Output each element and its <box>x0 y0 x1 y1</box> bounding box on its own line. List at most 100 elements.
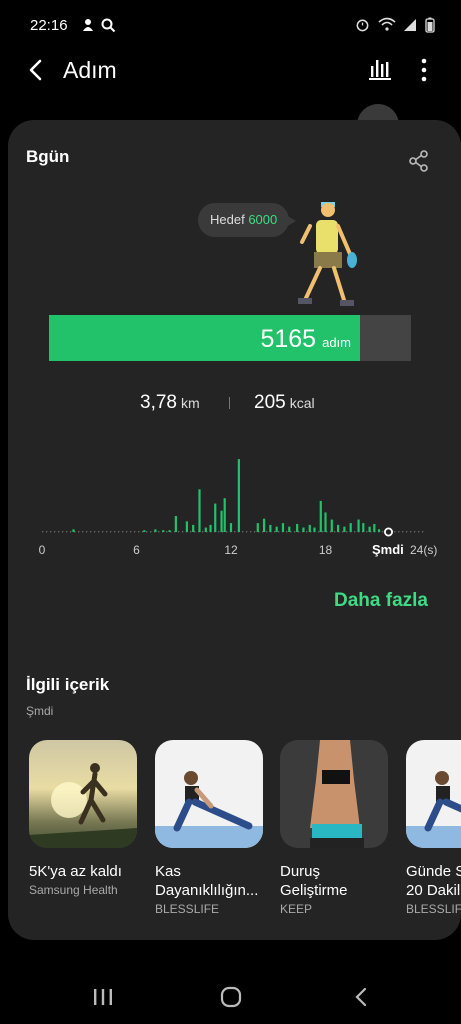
chart-baseline-dot <box>418 531 420 533</box>
page-title: Adım <box>63 57 117 83</box>
chart-bar <box>275 526 278 532</box>
chart-baseline-dot <box>278 531 280 533</box>
chart-bar <box>362 523 365 532</box>
chart-baseline-dot <box>134 531 136 533</box>
chart-baseline-dot <box>78 531 80 533</box>
chart-baseline-dot <box>94 531 96 533</box>
chart-bar <box>319 500 322 532</box>
chart-baseline-dot <box>294 531 296 533</box>
chart-bar <box>313 527 316 532</box>
related-card-source: KEEP <box>280 902 313 916</box>
status-notification-icons <box>80 16 116 33</box>
chart-baseline-dot <box>266 531 268 533</box>
back-nav-icon[interactable] <box>352 987 372 1007</box>
chart-tick-label: 6 <box>133 543 140 557</box>
chart-baseline-dot <box>366 531 368 533</box>
chart-baseline-dot <box>306 531 308 533</box>
chart-baseline-dot <box>66 531 68 533</box>
app-bar: Adım <box>0 52 461 110</box>
bar-chart-icon[interactable] <box>368 56 394 82</box>
wifi-icon <box>378 17 396 31</box>
chart-end-label: 24(s) <box>410 543 437 557</box>
steps-unit: adım <box>322 335 351 350</box>
chart-bar <box>330 519 333 532</box>
calories-stat: 205 kcal <box>254 392 315 414</box>
notification-icon <box>83 19 93 32</box>
hourly-steps-chart[interactable]: 0 6 12 18 Şmdi 24(s) <box>30 440 450 565</box>
steps-progress-bar: 5165 adım <box>49 315 411 361</box>
chart-baseline-dot <box>422 531 424 533</box>
related-card-5k[interactable]: 5K'ya az kaldı Samsung Health <box>29 740 139 897</box>
related-card-posture[interactable]: Duruş Geliştirme KEEP <box>280 740 390 916</box>
lunge-thumbnail-icon <box>155 740 263 848</box>
chart-baseline-dot <box>318 531 320 533</box>
signal-icon <box>404 19 417 32</box>
chart-bar <box>302 527 305 532</box>
chart-bar <box>377 529 381 532</box>
chart-baseline-dot <box>382 531 384 533</box>
running-thumbnail-icon <box>29 740 137 848</box>
chart-baseline-dot <box>106 531 108 533</box>
chart-baseline-dot <box>414 531 416 533</box>
chart-bar <box>296 524 299 532</box>
related-cards-row[interactable]: 5K'ya az kaldı Samsung Health Kas Dayanı… <box>0 740 461 930</box>
alarm-icon <box>356 19 369 32</box>
related-card-title: 5K'ya az kaldı <box>29 863 122 880</box>
status-time: 22:16 <box>30 17 68 34</box>
more-link[interactable]: Daha fazla <box>334 590 428 612</box>
chart-tick-label: 12 <box>224 543 238 557</box>
status-bar: 22:16 <box>0 0 461 52</box>
chart-baseline-dot <box>42 531 44 533</box>
chart-baseline-dot <box>126 531 128 533</box>
chart-baseline-dot <box>410 531 412 533</box>
chart-baseline-dot <box>178 531 180 533</box>
chart-bar <box>357 519 360 532</box>
chart-baseline-dot <box>90 531 92 533</box>
chart-bar <box>324 512 327 532</box>
chart-baseline-dot <box>182 531 184 533</box>
chart-bar <box>256 523 259 532</box>
chart-baseline-dot <box>86 531 88 533</box>
chart-baseline-dot <box>166 531 168 533</box>
calories-unit: kcal <box>289 395 315 411</box>
exercise-thumbnail-icon <box>406 740 461 848</box>
chart-baseline-dot <box>70 531 72 533</box>
more-vert-icon[interactable] <box>414 56 434 84</box>
chart-bar <box>262 518 266 532</box>
chart-baseline-dot <box>246 531 248 533</box>
chart-baseline-dot <box>226 531 228 533</box>
chart-now-marker <box>383 527 393 537</box>
related-card-muscle[interactable]: Kas Dayanıklılığın... BLESSLIFE <box>155 740 265 916</box>
chart-bar <box>168 530 171 532</box>
chart-bar <box>343 526 346 532</box>
chart-baseline-dot <box>202 531 204 533</box>
chart-baseline-dot <box>250 531 252 533</box>
search-icon <box>101 18 116 33</box>
chart-baseline-dot <box>82 531 84 533</box>
chart-baseline-dot <box>346 531 348 533</box>
chart-baseline-dot <box>342 531 344 533</box>
chart-now-label: Şmdi <box>372 542 404 557</box>
chart-baseline-dot <box>322 531 324 533</box>
related-card-title: Günde S 20 Dakil <box>406 863 461 899</box>
goal-bubble: Hedef 6000 <box>198 203 290 237</box>
chart-baseline-dot <box>406 531 408 533</box>
chart-bar <box>229 523 233 532</box>
goal-value: 6000 <box>248 212 278 227</box>
share-icon[interactable] <box>408 150 430 172</box>
chart-baseline-dot <box>286 531 288 533</box>
home-icon[interactable] <box>220 986 242 1008</box>
chart-bar <box>349 523 352 532</box>
chart-baseline-dot <box>334 531 336 533</box>
back-icon[interactable] <box>22 56 50 84</box>
chart-tick-label: 0 <box>39 543 46 557</box>
chart-baseline-dot <box>102 531 104 533</box>
chart-bar <box>368 526 371 532</box>
chart-baseline-dot <box>58 531 60 533</box>
chart-bar <box>223 498 226 532</box>
recent-apps-icon[interactable] <box>92 988 114 1006</box>
chart-baseline-dot <box>54 531 56 533</box>
chart-baseline-dot <box>234 531 236 533</box>
related-card-daily[interactable]: Günde S 20 Dakil BLESSLIF <box>406 740 461 916</box>
hourly-steps-chart-svg: 0 6 12 18 Şmdi 24(s) <box>39 459 437 557</box>
